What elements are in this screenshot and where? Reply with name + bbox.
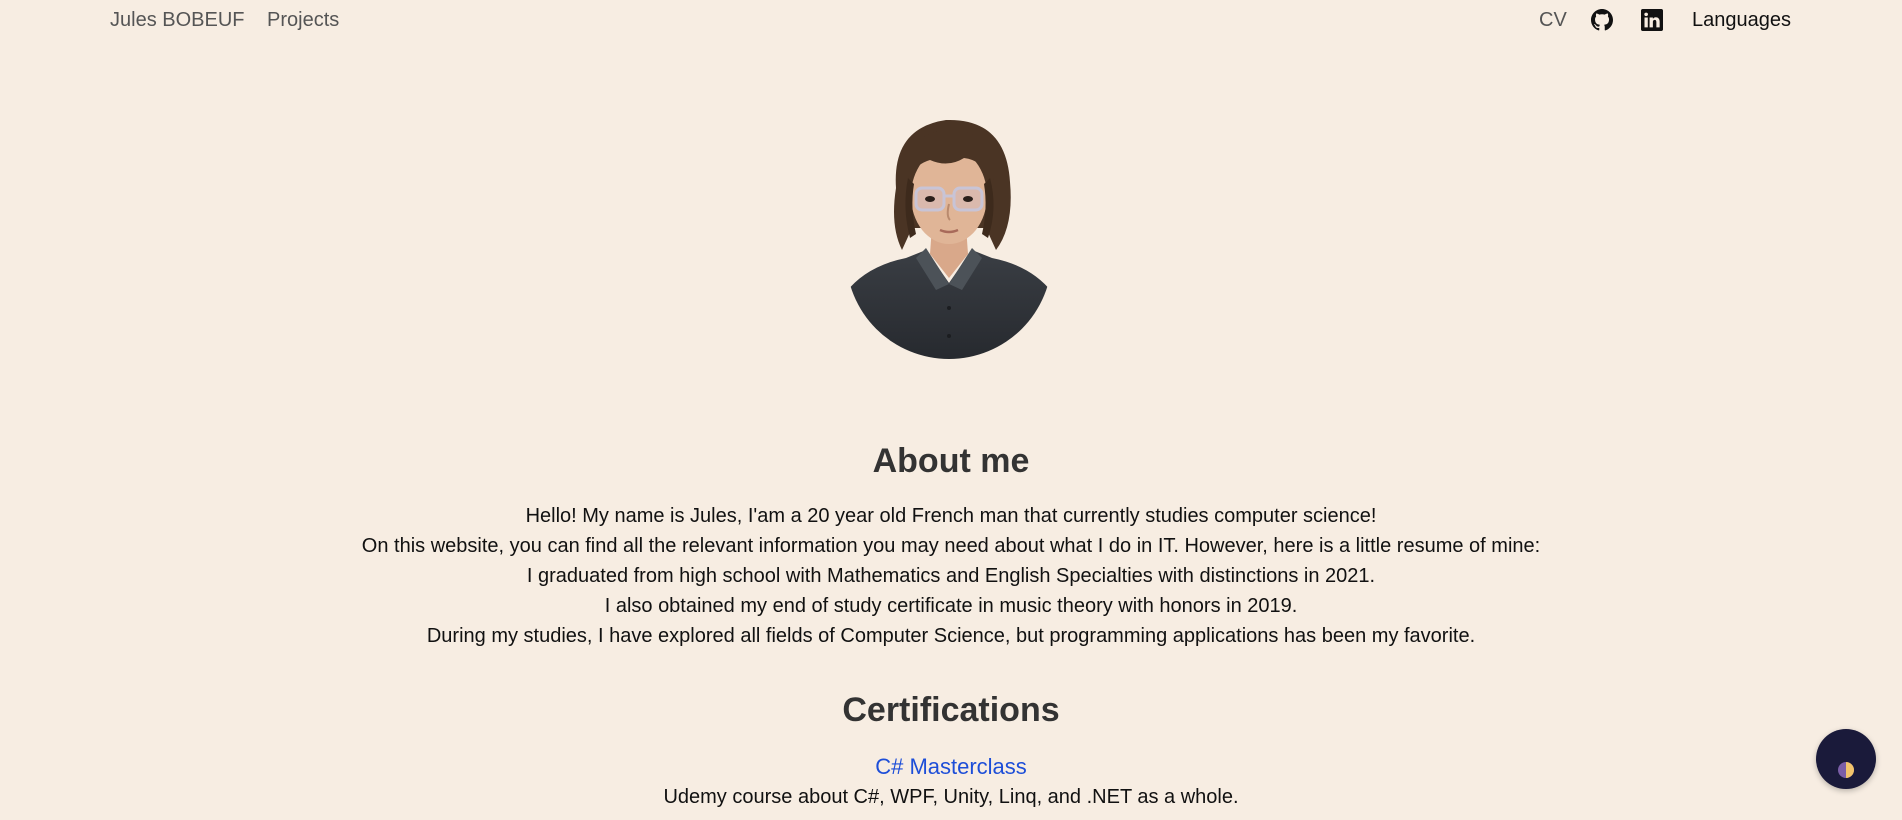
about-heading: About me xyxy=(872,442,1030,480)
page: Jules BOBEUF Projects CV Languages About… xyxy=(0,0,1902,820)
about-line: On this website, you can find all the re… xyxy=(361,535,1541,557)
profile-avatar xyxy=(846,108,1052,362)
certification-link[interactable]: C# Masterclass xyxy=(875,753,1027,781)
about-line: Hello! My name is Jules, I'am a 20 year … xyxy=(525,505,1377,527)
about-line: I graduated from high school with Mathem… xyxy=(526,565,1376,587)
certification-item: C# Masterclass Udemy course about C#, WP… xyxy=(0,753,1902,810)
nav-brand-link[interactable]: Jules BOBEUF xyxy=(110,9,244,31)
linkedin-icon[interactable] xyxy=(1641,9,1663,31)
about-line: During my studies, I have explored all f… xyxy=(426,625,1476,647)
github-icon[interactable] xyxy=(1591,9,1613,31)
about-text: Hello! My name is Jules, I'am a 20 year … xyxy=(0,501,1902,651)
half-moon-icon xyxy=(1838,761,1854,778)
about-line: I also obtained my end of study certific… xyxy=(604,595,1298,617)
nav-projects-link[interactable]: Projects xyxy=(267,9,339,31)
navbar: Jules BOBEUF Projects CV Languages xyxy=(0,0,1902,40)
theme-toggle-button[interactable] xyxy=(1816,729,1876,789)
certifications-heading: Certifications xyxy=(842,691,1060,729)
nav-cv-link[interactable]: CV xyxy=(1539,9,1567,31)
nav-languages-dropdown[interactable]: Languages xyxy=(1692,9,1791,31)
certification-description: Udemy course about C#, WPF, Unity, Linq,… xyxy=(663,786,1239,808)
